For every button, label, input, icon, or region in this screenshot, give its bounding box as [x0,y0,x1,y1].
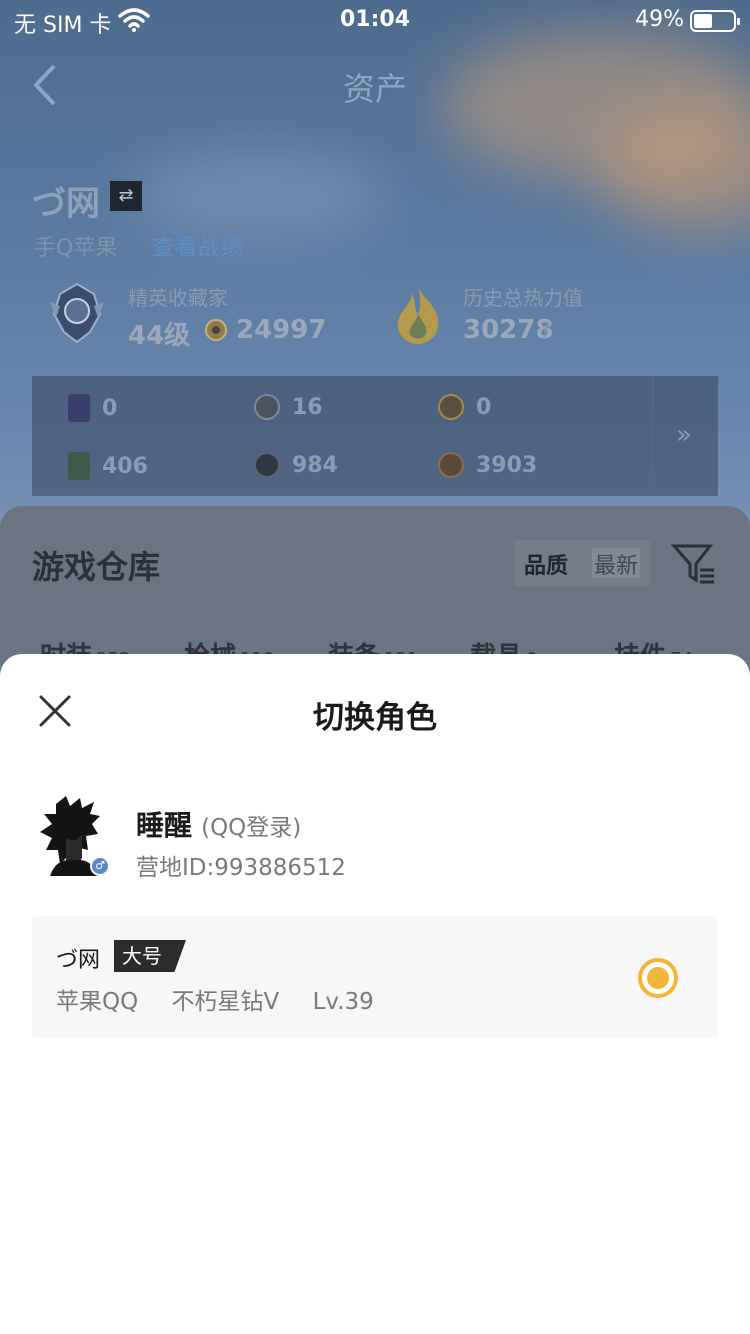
currency-value: 0 [476,394,492,420]
collector-level: 44级 [128,321,191,351]
collector-title: 精英收藏家 [128,286,228,310]
bronze-coin-icon [438,452,464,478]
collector-points-icon [204,318,228,342]
currency-item: 406 [68,452,148,480]
currency-item: 3903 [438,452,537,478]
heat-help-icon[interactable]: ? [540,318,551,342]
currency-item: 0 [68,394,117,422]
more-arrow-icon[interactable]: » [676,420,692,450]
role-platform: 手Q苹果 [34,236,118,261]
role-level: Lv.39 [312,989,374,1015]
currency-item: 984 [254,452,338,478]
switch-role-sheet: 切换角色 ♂ 睡醒 (QQ登录) 营地ID:993886512 づ网 大号 苹果… [0,654,750,1334]
collector-points: 24997 [236,315,327,345]
role-link[interactable]: 查看战绩 [152,230,244,262]
currency-panel[interactable]: 0 16 0 406 984 3903 » [32,376,718,496]
collector-medal-icon [46,280,108,346]
user-name-line: 睡醒 (QQ登录) [136,804,301,844]
green-card-icon [68,452,90,480]
sky-cloud [130,150,390,240]
sheet-title: 切换角色 [313,700,437,736]
selected-radio[interactable] [638,958,678,998]
dark-orb-icon [254,452,280,478]
flame-icon [392,284,444,346]
status-bar: 无 SIM 卡 01:04 49% [0,0,750,40]
battery-icon [690,10,740,32]
user-name: 睡醒 [136,809,193,842]
currency-value: 16 [292,394,323,420]
currency-value: 406 [102,453,148,479]
user-id: 营地ID:993886512 [136,855,346,881]
role-name: づ网 [56,948,101,973]
currency-item: 0 [438,394,491,420]
currency-item: 16 [254,394,323,420]
filter-icon[interactable] [670,540,718,588]
login-type: (QQ登录) [201,815,302,841]
sort-quality-button[interactable]: 品质 [524,548,568,580]
battery-percent: 49% [635,7,684,32]
role-platform: 苹果QQ [56,989,139,1015]
currency-value: 984 [292,452,338,478]
silver-coin-icon [254,394,280,420]
role-rank: 不朽星钻Ⅴ [171,989,280,1015]
currency-value: 3903 [476,452,538,478]
heat-title: 历史总热力值 [463,286,583,310]
warehouse-title: 游戏仓库 [32,548,161,586]
badge-slash [166,940,186,972]
sort-toggle: 品质 最新 [514,540,650,586]
role-details: 苹果QQ 不朽星钻Ⅴ Lv.39 [56,982,390,1016]
currency-value: 0 [102,395,118,421]
page-title: 资产 [342,70,407,108]
role-option[interactable]: づ网 大号 苹果QQ 不朽星钻Ⅴ Lv.39 [32,916,718,1038]
swap-role-icon[interactable]: ⇄ [110,181,142,211]
purple-card-icon [68,394,90,422]
gold-coin-icon [438,394,464,420]
divider [652,376,654,496]
role-name: づ网 [32,184,100,224]
male-gender-icon: ♂ [90,856,110,876]
sort-newest-button[interactable]: 最新 [592,548,641,579]
